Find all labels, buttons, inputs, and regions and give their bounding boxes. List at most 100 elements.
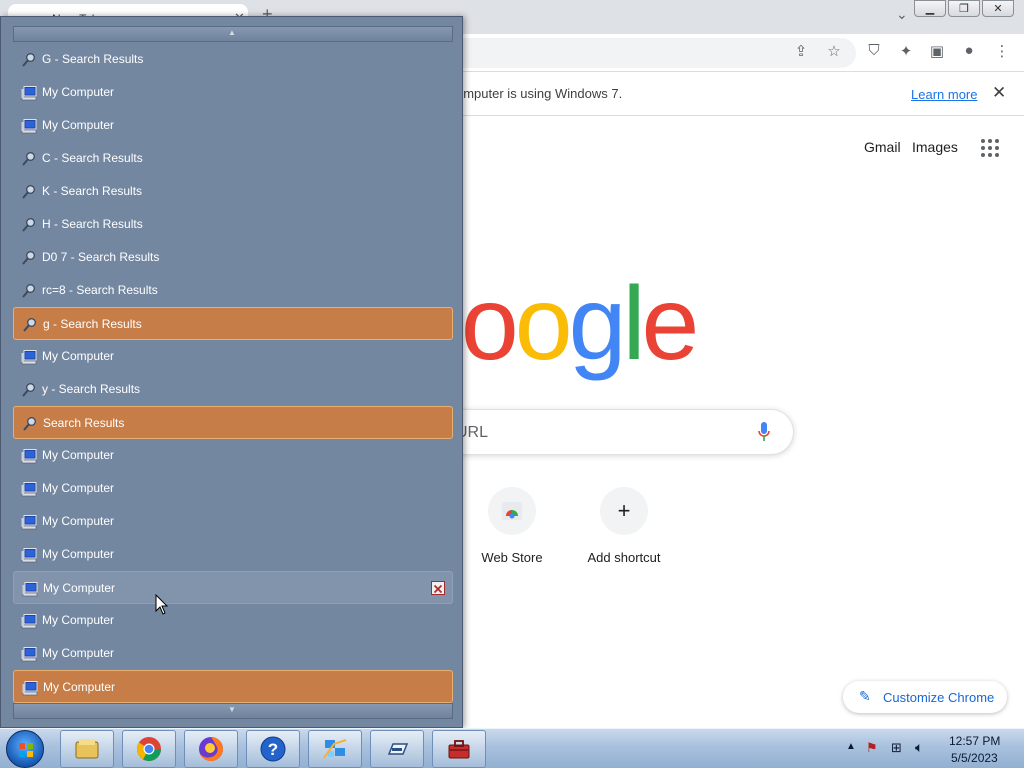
history-item[interactable]: My Computer <box>13 76 453 109</box>
extensions-icon[interactable]: ✦ <box>896 42 916 60</box>
shortcut-label: Add shortcut <box>587 550 661 565</box>
share-icon[interactable]: ⇪ <box>791 42 811 60</box>
google-apps-icon[interactable] <box>981 139 999 157</box>
history-item[interactable]: D0 7 - Search Results <box>13 241 453 274</box>
gmail-link[interactable]: Gmail <box>864 139 901 155</box>
side-panel-icon[interactable]: ▣ <box>927 42 947 60</box>
shortcut-web-store[interactable]: Web Store <box>456 487 568 565</box>
ublock-icon[interactable]: ⛉ <box>864 42 884 59</box>
drive-app-icon <box>387 743 409 755</box>
computer-icon <box>21 614 37 629</box>
windows-logo-icon <box>19 743 33 757</box>
history-item[interactable]: My Computer <box>13 670 453 703</box>
search-icon <box>22 284 35 298</box>
infobar-message: omputer is using Windows 7. <box>456 86 623 101</box>
menu-icon[interactable]: ⋮ <box>992 42 1012 60</box>
firefox-icon <box>199 737 223 761</box>
history-item[interactable]: My Computer <box>13 109 453 142</box>
history-item[interactable]: C - Search Results <box>13 142 453 175</box>
show-hidden-icons[interactable]: ▲ <box>846 741 856 752</box>
windows-explorer-icon <box>75 739 99 759</box>
computer-icon <box>21 647 37 662</box>
action-center-icon[interactable]: ⚑ <box>866 740 878 756</box>
network-icon[interactable]: ⊞ <box>891 740 902 756</box>
desktop: New Tab ✕ + ⌄ ▁ ❐ ✕ ⇪ ☆ ⛉ ✦ ▣ ● ⋮ ompute… <box>0 0 1024 768</box>
remove-item-icon[interactable] <box>431 581 445 595</box>
taskbar-button[interactable] <box>432 730 486 768</box>
microphone-icon[interactable] <box>758 422 770 442</box>
taskbar-button[interactable] <box>184 730 238 768</box>
computer-icon <box>21 482 37 497</box>
history-item[interactable]: G - Search Results <box>13 43 453 76</box>
scroll-up-button[interactable]: ▲ <box>13 26 453 42</box>
taskbar-button[interactable] <box>60 730 114 768</box>
computer-icon <box>22 681 38 696</box>
search-icon <box>22 251 35 265</box>
learn-more-link[interactable]: Learn more <box>911 87 977 102</box>
history-item[interactable]: My Computer <box>13 571 453 604</box>
mouse-cursor <box>155 594 169 615</box>
history-item-label: My Computer <box>42 547 115 561</box>
history-item[interactable]: My Computer <box>13 505 453 538</box>
customize-chrome-button[interactable]: ✎ Customize Chrome <box>843 681 1007 713</box>
window-controls: ▁ ❐ ✕ <box>914 0 1014 18</box>
plus-icon: + <box>600 487 648 535</box>
computer-icon <box>21 449 37 464</box>
history-item-label: Search Results <box>43 416 125 430</box>
history-item[interactable]: My Computer <box>13 538 453 571</box>
history-item-label: My Computer <box>42 613 115 627</box>
shortcut-add[interactable]: + Add shortcut <box>568 487 680 565</box>
history-item[interactable]: K - Search Results <box>13 175 453 208</box>
bookmark-star-icon[interactable]: ☆ <box>824 42 844 60</box>
tab-search-icon[interactable]: ⌄ <box>896 6 908 23</box>
history-item-label: My Computer <box>42 646 115 660</box>
taskbar-button[interactable] <box>370 730 424 768</box>
history-item-label: rc=8 - Search Results <box>42 283 158 297</box>
history-item[interactable]: g - Search Results <box>13 307 453 340</box>
history-item[interactable]: H - Search Results <box>13 208 453 241</box>
volume-icon[interactable]: 🔈︎ <box>915 739 923 756</box>
taskbar-button[interactable]: ? <box>246 730 300 768</box>
taskbar-button[interactable] <box>122 730 176 768</box>
history-panel: ▲ G - Search Results My Computer My Comput… <box>0 16 463 728</box>
minimize-button[interactable]: ▁ <box>914 0 946 17</box>
start-button[interactable] <box>6 730 44 768</box>
history-item-label: D0 7 - Search Results <box>42 250 160 264</box>
search-icon <box>22 53 35 67</box>
clock-time[interactable]: 12:57 PM <box>949 734 1000 748</box>
history-item[interactable]: My Computer <box>13 340 453 373</box>
help-icon: ? <box>260 736 286 762</box>
restore-button[interactable]: ❐ <box>948 0 980 17</box>
history-item[interactable]: My Computer <box>13 637 453 670</box>
history-item-label: H - Search Results <box>42 217 143 231</box>
search-box[interactable]: URL <box>440 409 794 455</box>
scroll-down-button[interactable]: ▼ <box>13 703 453 719</box>
history-item[interactable]: My Computer <box>13 472 453 505</box>
history-item-label: G - Search Results <box>42 52 144 66</box>
history-item[interactable]: My Computer <box>13 439 453 472</box>
history-item[interactable]: y - Search Results <box>13 373 453 406</box>
scroll-down-icon: ▼ <box>228 705 236 714</box>
search-icon <box>23 417 36 431</box>
toolbox-icon <box>448 740 470 759</box>
clock-date[interactable]: 5/5/2023 <box>951 751 998 765</box>
customize-label: Customize Chrome <box>883 690 995 705</box>
history-item[interactable]: rc=8 - Search Results <box>13 274 453 307</box>
history-item-label: My Computer <box>42 514 115 528</box>
history-item-label: K - Search Results <box>42 184 143 198</box>
taskbar-button[interactable] <box>308 730 362 768</box>
web-store-icon <box>488 487 536 535</box>
profile-avatar-icon[interactable]: ● <box>959 42 979 59</box>
search-icon <box>22 218 35 232</box>
infobar-close-icon[interactable]: ✕ <box>992 83 1006 103</box>
history-item-label: My Computer <box>43 680 116 694</box>
history-item-label: My Computer <box>43 581 116 595</box>
history-item-label: My Computer <box>42 118 115 132</box>
close-button[interactable]: ✕ <box>982 0 1014 17</box>
history-item-label: My Computer <box>42 349 115 363</box>
svg-text:?: ? <box>268 740 278 759</box>
history-item[interactable]: Search Results <box>13 406 453 439</box>
history-item[interactable]: My Computer <box>13 604 453 637</box>
images-link[interactable]: Images <box>912 139 958 155</box>
search-icon <box>22 152 35 166</box>
